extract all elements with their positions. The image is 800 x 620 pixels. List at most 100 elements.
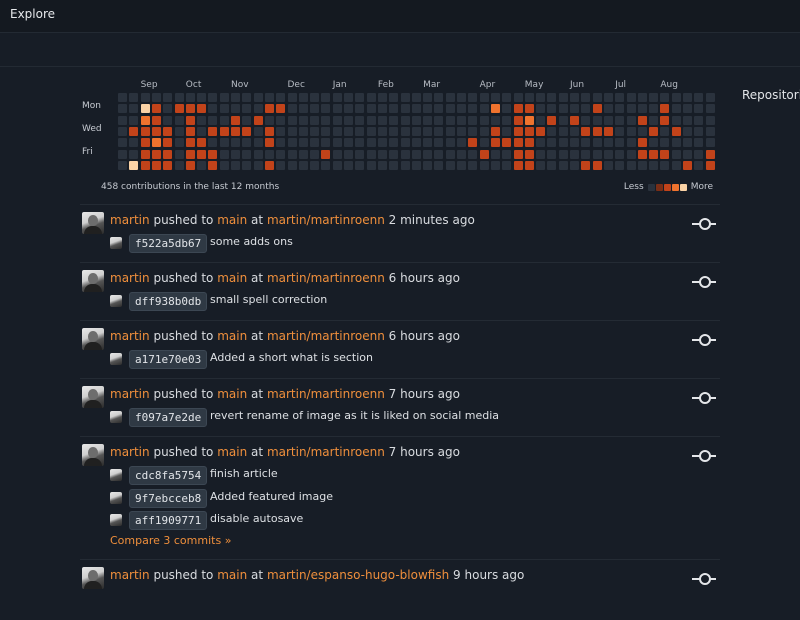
heatmap-cell[interactable] xyxy=(558,104,568,114)
heatmap-cell[interactable] xyxy=(547,104,557,114)
heatmap-cell[interactable] xyxy=(366,115,376,125)
heatmap-cell[interactable] xyxy=(513,138,523,148)
heatmap-cell[interactable] xyxy=(129,93,139,102)
heatmap-cell[interactable] xyxy=(592,93,602,102)
repo-link[interactable]: martin/martinroenn xyxy=(267,213,385,227)
commit-author-avatar[interactable] xyxy=(110,295,122,307)
heatmap-cell[interactable] xyxy=(400,93,410,102)
heatmap-cell[interactable] xyxy=(151,149,161,159)
heatmap-cell[interactable] xyxy=(603,126,613,136)
heatmap-cell[interactable] xyxy=(671,138,681,148)
heatmap-cell[interactable] xyxy=(570,149,579,159)
heatmap-cell[interactable] xyxy=(242,138,252,148)
heatmap-cell[interactable] xyxy=(163,115,173,125)
heatmap-cell[interactable] xyxy=(581,160,591,170)
heatmap-cell[interactable] xyxy=(129,138,139,148)
heatmap-cell[interactable] xyxy=(694,126,704,136)
heatmap-cell[interactable] xyxy=(253,126,263,136)
heatmap-cell[interactable] xyxy=(434,126,444,136)
heatmap-cell[interactable] xyxy=(400,115,410,125)
heatmap-cell[interactable] xyxy=(513,104,523,114)
heatmap-cell[interactable] xyxy=(536,160,546,170)
heatmap-cell[interactable] xyxy=(332,149,342,159)
heatmap-cell[interactable] xyxy=(705,160,715,170)
heatmap-cell[interactable] xyxy=(389,149,399,159)
heatmap-cell[interactable] xyxy=(705,149,715,159)
heatmap-cell[interactable] xyxy=(434,160,444,170)
heatmap-cell[interactable] xyxy=(129,149,139,159)
heatmap-cell[interactable] xyxy=(457,93,466,102)
heatmap-cell[interactable] xyxy=(264,93,274,102)
heatmap-cell[interactable] xyxy=(671,104,681,114)
heatmap-cell[interactable] xyxy=(298,126,308,136)
heatmap-cell[interactable] xyxy=(366,149,376,159)
heatmap-cell[interactable] xyxy=(400,149,410,159)
heatmap-cell[interactable] xyxy=(457,160,466,170)
heatmap-cell[interactable] xyxy=(558,138,568,148)
heatmap-cell[interactable] xyxy=(411,138,421,148)
heatmap-cell[interactable] xyxy=(197,104,207,114)
heatmap-cell[interactable] xyxy=(547,138,557,148)
heatmap-cell[interactable] xyxy=(536,104,546,114)
heatmap-cell[interactable] xyxy=(344,104,353,114)
heatmap-cell[interactable] xyxy=(253,93,263,102)
heatmap-cell[interactable] xyxy=(185,126,195,136)
heatmap-cell[interactable] xyxy=(310,93,320,102)
heatmap-cell[interactable] xyxy=(298,93,308,102)
branch-link[interactable]: main xyxy=(217,387,247,401)
heatmap-cell[interactable] xyxy=(366,126,376,136)
heatmap-cell[interactable] xyxy=(174,160,184,170)
heatmap-cell[interactable] xyxy=(377,138,387,148)
heatmap-cell[interactable] xyxy=(490,149,500,159)
heatmap-cell[interactable] xyxy=(637,104,647,114)
heatmap-cell[interactable] xyxy=(231,160,240,170)
heatmap-cell[interactable] xyxy=(253,149,263,159)
heatmap-cell[interactable] xyxy=(570,104,579,114)
heatmap-cell[interactable] xyxy=(513,160,523,170)
heatmap-cell[interactable] xyxy=(344,138,353,148)
heatmap-cell[interactable] xyxy=(524,160,534,170)
avatar[interactable] xyxy=(82,567,104,589)
heatmap-cell[interactable] xyxy=(570,115,579,125)
heatmap-cell[interactable] xyxy=(355,104,365,114)
heatmap-cell[interactable] xyxy=(581,104,591,114)
heatmap-cell[interactable] xyxy=(513,93,523,102)
heatmap-cell[interactable] xyxy=(468,93,478,102)
heatmap-cell[interactable] xyxy=(118,126,127,136)
heatmap-cell[interactable] xyxy=(660,126,670,136)
heatmap-cell[interactable] xyxy=(129,115,139,125)
heatmap-cell[interactable] xyxy=(264,115,274,125)
heatmap-cell[interactable] xyxy=(423,104,433,114)
heatmap-cell[interactable] xyxy=(332,126,342,136)
heatmap-cell[interactable] xyxy=(389,126,399,136)
user-link[interactable]: martin xyxy=(110,271,150,285)
heatmap-cell[interactable] xyxy=(185,149,195,159)
heatmap-cell[interactable] xyxy=(174,126,184,136)
heatmap-cell[interactable] xyxy=(298,149,308,159)
heatmap-cell[interactable] xyxy=(490,126,500,136)
heatmap-cell[interactable] xyxy=(547,115,557,125)
heatmap-cell[interactable] xyxy=(174,104,184,114)
heatmap-cell[interactable] xyxy=(208,138,218,148)
heatmap-cell[interactable] xyxy=(581,138,591,148)
heatmap-cell[interactable] xyxy=(683,149,692,159)
heatmap-cell[interactable] xyxy=(423,138,433,148)
heatmap-cell[interactable] xyxy=(502,149,512,159)
heatmap-cell[interactable] xyxy=(287,138,297,148)
heatmap-cell[interactable] xyxy=(502,126,512,136)
heatmap-cell[interactable] xyxy=(479,115,489,125)
heatmap-cell[interactable] xyxy=(479,138,489,148)
heatmap-cell[interactable] xyxy=(649,93,659,102)
heatmap-cell[interactable] xyxy=(253,104,263,114)
heatmap-cell[interactable] xyxy=(570,160,579,170)
heatmap-cell[interactable] xyxy=(411,126,421,136)
heatmap-cell[interactable] xyxy=(423,126,433,136)
heatmap-cell[interactable] xyxy=(140,160,150,170)
heatmap-cell[interactable] xyxy=(705,93,715,102)
heatmap-cell[interactable] xyxy=(118,138,127,148)
heatmap-cell[interactable] xyxy=(558,149,568,159)
heatmap-cell[interactable] xyxy=(626,93,636,102)
heatmap-cell[interactable] xyxy=(671,126,681,136)
heatmap-cell[interactable] xyxy=(400,160,410,170)
commit-author-avatar[interactable] xyxy=(110,491,122,504)
